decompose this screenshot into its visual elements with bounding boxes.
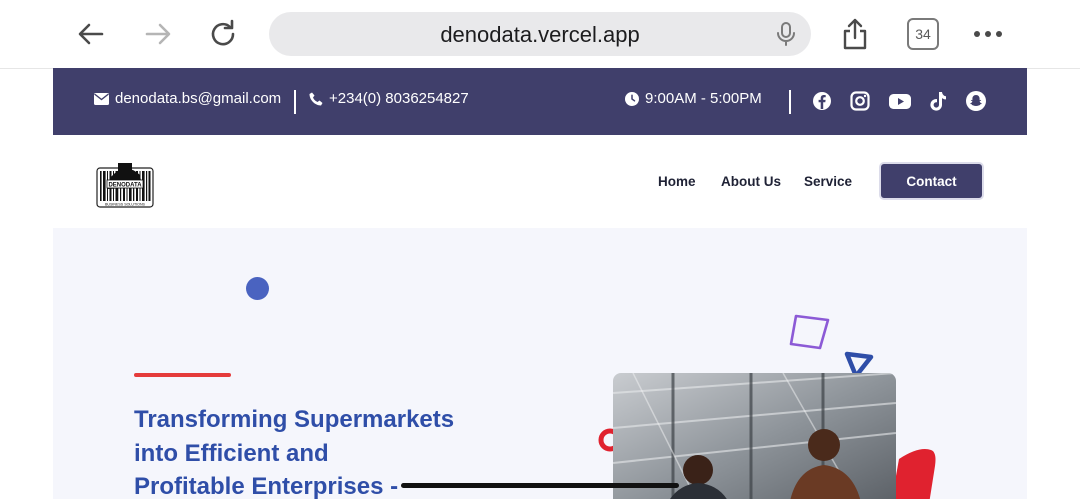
nav-link-service[interactable]: Service (804, 174, 852, 189)
phone-text: +234(0) 8036254827 (329, 90, 469, 107)
share-button[interactable] (837, 16, 873, 52)
main-navbar: DENODATA BUSINESS SOLUTIONS Home About U… (53, 135, 1027, 228)
back-button[interactable] (73, 16, 109, 52)
phone-contact[interactable]: +234(0) 8036254827 (309, 90, 469, 107)
clock-icon (625, 91, 639, 106)
email-text: denodata.bs@gmail.com (115, 90, 282, 107)
topbar-divider (789, 90, 791, 114)
hours-text: 9:00AM - 5:00PM (645, 90, 762, 107)
denodata-logo[interactable]: DENODATA BUSINESS SOLUTIONS (96, 155, 154, 209)
more-menu-button[interactable] (970, 16, 1006, 52)
youtube-icon[interactable] (888, 90, 912, 112)
envelope-icon (94, 92, 109, 105)
business-hours: 9:00AM - 5:00PM (625, 90, 762, 107)
microphone-icon[interactable] (773, 21, 799, 47)
title-accent-line (134, 373, 231, 377)
more-dots-icon (974, 31, 1002, 37)
logo-subtext: BUSINESS SOLUTIONS (105, 203, 146, 207)
reload-button[interactable] (206, 16, 242, 52)
decorative-square-shape (789, 314, 830, 350)
forward-arrow-icon (145, 23, 171, 45)
facebook-icon[interactable] (811, 90, 833, 112)
hero-section: Transforming Supermarkets into Efficient… (53, 228, 1027, 499)
logo-text: DENODATA (108, 183, 142, 189)
nav-link-about[interactable]: About Us (721, 174, 781, 189)
snapchat-icon[interactable] (965, 90, 987, 112)
decorative-red-shape (891, 449, 936, 499)
decorative-dot (246, 277, 269, 300)
nav-link-home[interactable]: Home (658, 174, 696, 189)
tab-count-button[interactable]: 34 (907, 18, 939, 50)
hero-title-line: Transforming Supermarkets (134, 406, 455, 433)
browser-toolbar: denodata.vercel.app 34 (0, 0, 1080, 69)
phone-icon (309, 92, 323, 105)
home-indicator (401, 483, 679, 488)
contact-button[interactable]: Contact (879, 162, 984, 200)
url-text: denodata.vercel.app (440, 22, 640, 47)
forward-button[interactable] (140, 16, 176, 52)
back-arrow-icon (78, 23, 104, 45)
reload-icon (211, 19, 235, 46)
topbar-divider (294, 90, 296, 114)
hero-title-line: into Efficient and (134, 439, 329, 467)
top-contact-bar: denodata.bs@gmail.com +234(0) 8036254827… (53, 68, 1027, 135)
instagram-icon[interactable] (849, 90, 871, 112)
share-icon (843, 18, 867, 50)
email-contact[interactable]: denodata.bs@gmail.com (94, 90, 281, 107)
hero-business-photo (613, 373, 896, 499)
address-bar[interactable]: denodata.vercel.app (269, 12, 811, 56)
tiktok-icon[interactable] (927, 90, 949, 112)
